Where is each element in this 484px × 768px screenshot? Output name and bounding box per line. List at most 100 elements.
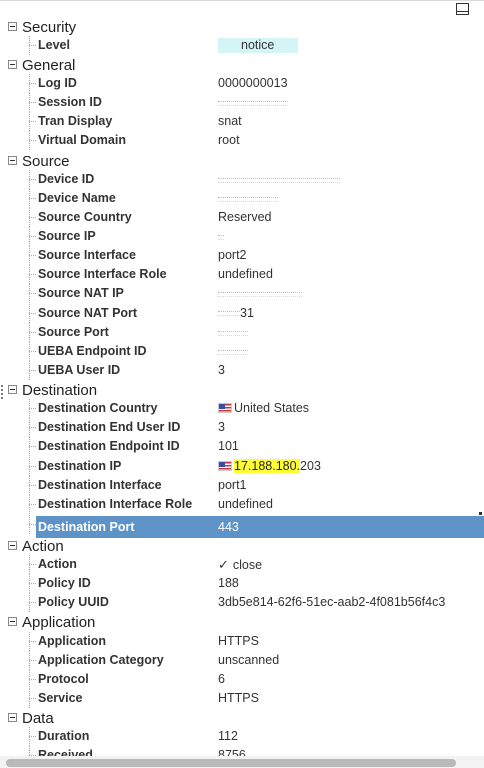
field-value-redacted	[218, 227, 224, 246]
field-label: Application	[38, 634, 107, 648]
field-label: Source IP	[38, 229, 96, 243]
field-label: Source Interface	[38, 248, 136, 262]
collapse-icon[interactable]	[8, 617, 17, 626]
tree-connector	[29, 170, 37, 189]
row-log-id[interactable]: Log ID 0000000013	[0, 74, 484, 93]
tree-connector	[29, 632, 37, 651]
row-source-nat-ip[interactable]: Source NAT IP	[0, 284, 484, 303]
row-destination-interface[interactable]: Destination Interface port1	[0, 476, 484, 495]
collapse-icon[interactable]	[8, 156, 17, 165]
redacted-mark	[218, 292, 302, 297]
row-protocol[interactable]: Protocol 6	[0, 670, 484, 689]
row-session-id[interactable]: Session ID	[0, 93, 484, 112]
row-destination-endpoint-id[interactable]: Destination Endpoint ID 101	[0, 437, 484, 456]
tree-connector	[29, 304, 37, 323]
tree-connector	[29, 418, 37, 437]
field-value: 188	[218, 576, 239, 590]
row-service[interactable]: Service HTTPS	[0, 689, 484, 708]
field-label: Destination Interface	[38, 478, 162, 492]
row-source-ip[interactable]: Source IP	[0, 227, 484, 246]
row-destination-ip[interactable]: Destination IP 17.188.180.203	[0, 457, 484, 476]
tree-connector	[29, 727, 37, 746]
row-duration[interactable]: Duration 112	[0, 727, 484, 746]
field-value: 3	[218, 363, 225, 377]
row-source-interface-role[interactable]: Source Interface Role undefined	[0, 265, 484, 284]
row-ueba-user-id[interactable]: UEBA User ID 3	[0, 361, 484, 380]
row-virtual-domain[interactable]: Virtual Domain root	[0, 131, 484, 150]
field-label: Destination IP	[38, 459, 122, 473]
tree-connector	[29, 36, 37, 55]
action-text: close	[232, 558, 263, 572]
field-value: HTTPS	[218, 691, 259, 705]
row-ueba-endpoint-id[interactable]: UEBA Endpoint ID	[0, 342, 484, 361]
row-destination-interface-role[interactable]: Destination Interface Role undefined	[0, 495, 484, 514]
us-flag-icon	[218, 461, 232, 471]
row-level[interactable]: Level notice	[0, 36, 484, 55]
row-tran-display[interactable]: Tran Display snat	[0, 112, 484, 131]
row-policy-id[interactable]: Policy ID 188	[0, 574, 484, 593]
field-label: Destination End User ID	[38, 420, 181, 434]
section-title: Source	[22, 153, 70, 170]
field-value: ✓ close	[218, 555, 262, 575]
collapse-icon[interactable]	[8, 713, 17, 722]
field-value: port2	[218, 248, 247, 262]
field-value: United States	[218, 399, 309, 418]
tree-connector	[29, 265, 37, 284]
field-value: 0000000013	[218, 76, 288, 90]
row-source-nat-port[interactable]: Source NAT Port 31	[0, 304, 484, 323]
collapse-icon[interactable]	[8, 22, 17, 31]
field-label: Source NAT Port	[38, 306, 138, 320]
field-value: 17.188.180.203	[218, 457, 321, 476]
collapse-icon[interactable]	[8, 385, 17, 394]
row-destination-port-selected[interactable]: Destination Port 443	[36, 516, 484, 538]
field-label: Source Port	[38, 325, 109, 339]
ip-rest: 203	[300, 459, 321, 473]
row-source-port[interactable]: Source Port	[0, 323, 484, 342]
field-value: 3	[218, 420, 225, 434]
field-value: snat	[218, 114, 242, 128]
field-value: 3db5e814-62f6-51ec-aab2-4f081b56f4c3	[218, 595, 446, 609]
field-label: Destination Interface Role	[38, 497, 193, 511]
scrollbar-thumb[interactable]	[6, 759, 456, 767]
field-value: root	[218, 133, 240, 147]
row-device-id[interactable]: Device ID	[0, 170, 484, 189]
field-value-redacted	[218, 342, 248, 361]
row-source-interface[interactable]: Source Interface port2	[0, 246, 484, 265]
row-device-name[interactable]: Device Name	[0, 189, 484, 208]
field-label: Protocol	[38, 672, 89, 686]
tree-connector	[29, 284, 37, 303]
tree-connector	[29, 342, 37, 361]
row-application[interactable]: Application HTTPS	[0, 632, 484, 651]
tree-connector	[29, 399, 37, 418]
row-policy-uuid[interactable]: Policy UUID 3db5e814-62f6-51ec-aab2-4f08…	[0, 593, 484, 612]
field-label: Level	[38, 38, 70, 52]
field-value-redacted	[218, 93, 288, 112]
collapse-icon[interactable]	[8, 541, 17, 550]
field-value: notice	[218, 36, 299, 55]
us-flag-icon	[218, 403, 232, 413]
row-source-country[interactable]: Source Country Reserved	[0, 208, 484, 227]
field-value: HTTPS	[218, 634, 259, 648]
field-value-visible: 31	[240, 306, 254, 320]
row-application-category[interactable]: Application Category unscanned	[0, 651, 484, 670]
tree-connector	[29, 189, 37, 208]
top-border	[0, 0, 484, 1]
redacted-mark	[218, 235, 224, 240]
maximize-icon[interactable]	[456, 3, 469, 15]
country-name: United States	[234, 401, 310, 415]
row-destination-country[interactable]: Destination Country United States	[0, 399, 484, 418]
field-label: Duration	[38, 729, 90, 743]
redacted-mark	[218, 350, 248, 355]
tree-connector	[29, 112, 37, 131]
redacted-mark	[218, 101, 288, 106]
field-value: port1	[218, 478, 247, 492]
collapse-icon[interactable]	[8, 60, 17, 69]
row-destination-end-user-id[interactable]: Destination End User ID 3	[0, 418, 484, 437]
resize-handle[interactable]	[1, 385, 4, 399]
tree-connector	[29, 131, 37, 150]
tree-connector	[29, 323, 37, 342]
tree-connector	[29, 227, 37, 246]
field-label: Virtual Domain	[38, 133, 126, 147]
row-action[interactable]: Action ✓ close	[0, 555, 484, 574]
field-label: Source Country	[38, 210, 132, 224]
